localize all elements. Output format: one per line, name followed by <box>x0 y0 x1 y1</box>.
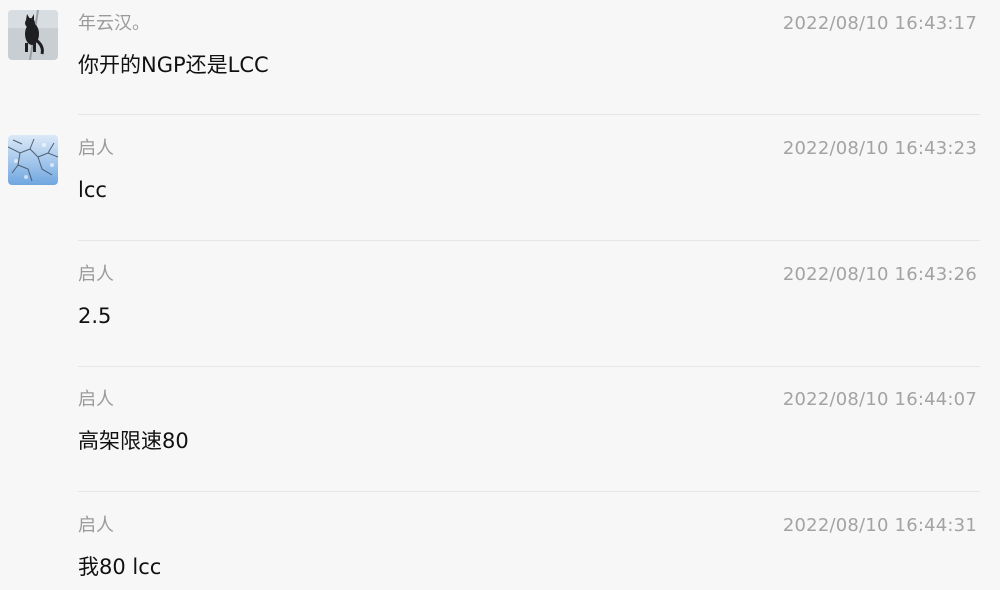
message-divider <box>78 114 980 115</box>
message-text[interactable]: lcc <box>78 176 107 204</box>
message-text[interactable]: 2.5 <box>78 302 111 330</box>
chat-message: 启人 2022/08/10 16:43:23 lcc <box>0 125 1000 251</box>
chat-message: 年云汉。 2022/08/10 16:43:17 你开的NGP还是LCC <box>0 0 1000 126</box>
sender-name: 启人 <box>78 389 114 410</box>
sender-name: 启人 <box>78 515 114 536</box>
cat-photo-avatar-image <box>8 10 58 60</box>
chat-message: 启人 2022/08/10 16:44:07 高架限速80 <box>0 376 1000 502</box>
sender-name: 启人 <box>78 264 114 285</box>
message-timestamp: 2022/08/10 16:44:07 <box>782 389 977 410</box>
sender-name: 启人 <box>78 138 114 159</box>
sky-branches-avatar[interactable] <box>8 135 58 185</box>
chat-message-list: 年云汉。 2022/08/10 16:43:17 你开的NGP还是LCC 启人 … <box>0 0 1000 590</box>
message-timestamp: 2022/08/10 16:43:17 <box>782 13 977 34</box>
message-timestamp: 2022/08/10 16:44:31 <box>782 515 977 536</box>
sky-branches-avatar-image <box>8 135 58 185</box>
chat-message: 启人 2022/08/10 16:44:31 我80 lcc <box>0 502 1000 590</box>
chat-message: 启人 2022/08/10 16:43:26 2.5 <box>0 251 1000 377</box>
message-divider <box>78 366 980 367</box>
message-divider <box>78 240 980 241</box>
message-timestamp: 2022/08/10 16:43:23 <box>782 138 977 159</box>
sender-name: 年云汉。 <box>78 13 150 34</box>
message-text[interactable]: 高架限速80 <box>78 427 189 455</box>
message-text[interactable]: 我80 lcc <box>78 553 161 581</box>
cat-photo-avatar[interactable] <box>8 10 58 60</box>
message-text[interactable]: 你开的NGP还是LCC <box>78 51 269 79</box>
message-divider <box>78 491 980 492</box>
message-timestamp: 2022/08/10 16:43:26 <box>782 264 977 285</box>
